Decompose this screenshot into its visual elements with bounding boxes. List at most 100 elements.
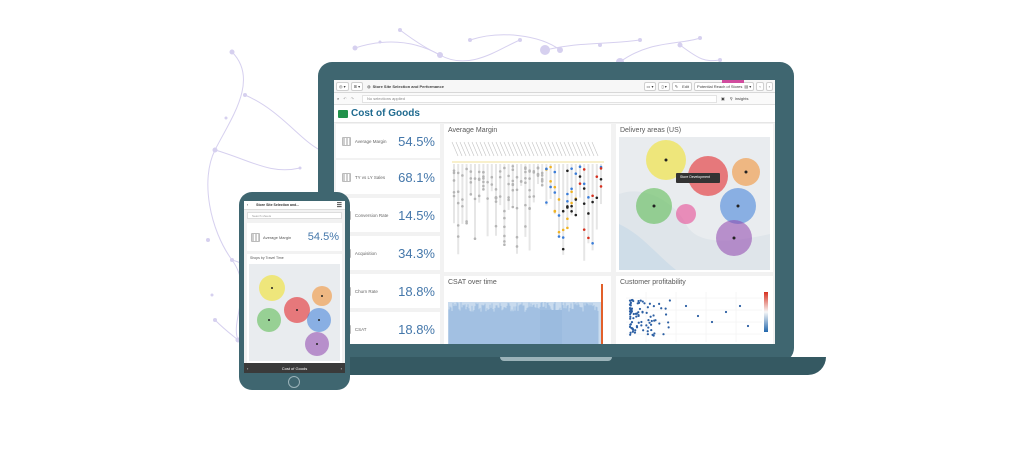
- scatter-point: [637, 311, 640, 314]
- phone-map-panel[interactable]: Shops by Travel Time: [247, 254, 342, 363]
- scatter-point: [647, 326, 650, 329]
- scatter-point: [652, 334, 655, 337]
- margin-dot: [557, 214, 561, 217]
- edit-button[interactable]: ✎ Edit: [671, 81, 693, 91]
- margin-dot: [503, 166, 506, 170]
- margin-dot: [465, 167, 468, 171]
- phone-home-button[interactable]: [288, 376, 300, 388]
- next-sheet-icon[interactable]: ›: [341, 366, 342, 371]
- scatter-point: [629, 308, 632, 312]
- customer-profitability-panel[interactable]: Customer profitability: [616, 276, 773, 344]
- prev-sheet-icon[interactable]: ‹: [247, 366, 248, 371]
- margin-dot: [486, 197, 489, 200]
- kpi-chart-icon: [251, 232, 260, 242]
- kpi-label: CSAT: [354, 326, 367, 332]
- margin-dot: [570, 167, 573, 170]
- scatter-point: [696, 314, 700, 318]
- margin-dot: [486, 180, 489, 184]
- margin-dot: [503, 234, 506, 238]
- kpi-value: 54.5%: [398, 133, 435, 149]
- scatter-point: [664, 307, 667, 310]
- margin-dot: [461, 174, 464, 177]
- margin-dot: [528, 188, 531, 192]
- scatter-point: [646, 330, 649, 333]
- scatter-point: [647, 319, 650, 322]
- hamburger-menu-icon[interactable]: ☰: [337, 202, 342, 209]
- margin-dot: [561, 228, 565, 232]
- margin-dot: [507, 196, 510, 199]
- scatter-point: [642, 329, 645, 332]
- back-icon[interactable]: ‹: [247, 203, 248, 207]
- margin-dot: [582, 202, 586, 205]
- selections-bar[interactable]: No selections applied: [361, 94, 717, 103]
- delivery-map: [619, 137, 770, 270]
- margin-dot: [549, 165, 552, 169]
- margin-dot: [490, 175, 494, 179]
- insights-button[interactable]: Insights: [735, 96, 749, 101]
- scatter-point: [629, 315, 632, 318]
- margin-dot: [498, 170, 502, 173]
- margin-dot: [553, 170, 557, 174]
- scatter-point: [633, 331, 637, 334]
- back-step-icon[interactable]: ↶: [343, 96, 346, 101]
- scatter-point: [660, 307, 663, 310]
- clear-selections-icon[interactable]: ▣: [721, 96, 725, 101]
- margin-dot: [482, 180, 485, 184]
- csat-over-time-panel[interactable]: CSAT over time: [444, 276, 611, 344]
- delivery-areas-panel[interactable]: Delivery areas (US) Store Development: [616, 124, 773, 272]
- scatter-point: [648, 302, 652, 305]
- phone-bottom-bar: ‹ Cost of Goods ›: [244, 363, 345, 373]
- margin-dot: [528, 170, 531, 173]
- scatter-point: [645, 311, 648, 314]
- margin-dot: [503, 240, 506, 243]
- device-preview-button[interactable]: ▭ ▾: [643, 81, 657, 91]
- global-menu-button[interactable]: ◎ ▾: [336, 81, 349, 91]
- kpi-conversion-rate[interactable]: Conversion Rate 14.5%: [336, 198, 440, 232]
- sheet-header: Cost of Goods: [334, 105, 775, 123]
- margin-dot: [545, 201, 548, 204]
- app-toolbar: ◎ ▾ ⊞ ▾ ◍ Store Site Selection and Perfo…: [334, 80, 775, 93]
- smart-search-icon[interactable]: ⌕: [337, 96, 339, 101]
- margin-dot: [574, 198, 578, 201]
- kpi-churn-rate[interactable]: Churn Rate 18.8%: [336, 274, 440, 308]
- phone-kpi-average-margin[interactable]: Average Margin 54.5%: [247, 223, 342, 251]
- next-sheet-button[interactable]: ›: [765, 81, 773, 91]
- margin-dot: [570, 187, 573, 191]
- kpi-acquisition[interactable]: Acquisition 34.3%: [336, 236, 440, 270]
- phone-search-input[interactable]: Search sheets: [247, 212, 342, 219]
- scatter-point: [652, 305, 655, 308]
- chevron-right-icon: ›: [768, 83, 770, 89]
- margin-dot: [557, 235, 561, 238]
- kpi-ty-vs-ly-sales[interactable]: TY vs LY Sales 68.1%: [336, 160, 440, 194]
- kpi-value: 18.8%: [398, 283, 435, 299]
- margin-dot: [566, 226, 569, 230]
- scatter-point: [630, 321, 634, 324]
- kpi-label: TY vs LY Sales: [354, 174, 386, 180]
- margin-dot: [503, 209, 506, 213]
- forward-step-icon[interactable]: ↷: [351, 96, 354, 101]
- margin-dot: [540, 183, 544, 187]
- margin-dot: [511, 205, 515, 209]
- scatter-point: [664, 313, 668, 316]
- selections-label: No selections applied: [366, 96, 405, 101]
- kpi-csat[interactable]: CSAT 18.8%: [336, 312, 440, 344]
- phone-kpi-value: 54.5%: [307, 231, 339, 243]
- kpi-average-margin[interactable]: Average Margin 54.5%: [336, 124, 440, 158]
- scatter-point: [646, 333, 649, 336]
- csat-line-chart: [448, 284, 603, 344]
- app-overview-button[interactable]: ⊞ ▾: [350, 81, 364, 91]
- margin-dot: [566, 192, 569, 196]
- scatter-point: [662, 333, 665, 336]
- margin-dot: [587, 236, 590, 240]
- average-margin-panel[interactable]: Average Margin: [444, 124, 611, 272]
- prev-sheet-button[interactable]: ‹: [756, 81, 764, 91]
- scatter-point: [637, 314, 640, 318]
- bookmark-icon: ▯ ▾: [661, 83, 667, 89]
- margin-dot: [469, 170, 473, 173]
- margin-dot: [482, 188, 485, 191]
- scatter-point: [632, 317, 635, 320]
- scatter-point: [639, 299, 642, 302]
- margin-dot: [511, 183, 515, 187]
- margin-dot: [452, 179, 456, 182]
- bookmark-button[interactable]: ▯ ▾: [658, 81, 670, 91]
